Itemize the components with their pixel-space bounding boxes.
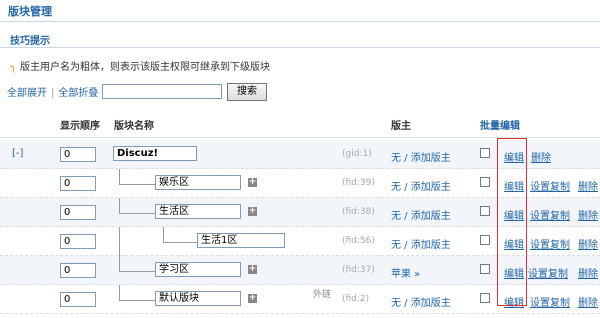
tree-connector xyxy=(119,198,156,214)
table-row: [-] 0 Discuz! (gid:1) 无 / 添加版主 编辑 删除 xyxy=(0,140,600,169)
delete-link[interactable]: 删除 xyxy=(578,207,598,222)
delete-link[interactable]: 删除 xyxy=(578,178,598,193)
plus-icon[interactable]: + xyxy=(248,178,257,187)
forum-name-input[interactable]: 学习区 xyxy=(155,262,241,277)
forum-name-input[interactable]: 娱乐区 xyxy=(155,175,241,190)
header-divider xyxy=(0,137,600,138)
forum-name-input[interactable]: 默认版块 xyxy=(155,291,241,306)
tree-connector xyxy=(163,227,198,243)
tips-divider xyxy=(0,47,600,48)
header-order: 显示顺序 xyxy=(60,121,100,132)
plus-icon[interactable]: + xyxy=(248,294,257,303)
order-input[interactable]: 0 xyxy=(60,263,96,278)
external-link-label: 外链 xyxy=(313,290,332,300)
tip-text: 版主用户名为粗体，则表示该版主权限可继承到下级版块 xyxy=(20,62,270,73)
order-input[interactable]: 0 xyxy=(60,205,96,220)
forum-id: (fid:39) xyxy=(342,178,375,188)
forum-id: (gid:1) xyxy=(342,149,372,159)
order-input[interactable]: 0 xyxy=(60,234,96,249)
forum-id: (fid:56) xyxy=(342,236,375,246)
forum-name-input[interactable]: 生活1区 xyxy=(197,233,285,248)
moderator-link[interactable]: 无 / 添加版主 xyxy=(391,178,451,193)
moderator-link[interactable]: 无 / 添加版主 xyxy=(391,149,451,164)
title-divider xyxy=(0,21,600,22)
forum-name-input[interactable]: 生活区 xyxy=(155,204,241,219)
search-input[interactable] xyxy=(102,84,222,99)
batch-checkbox[interactable] xyxy=(480,177,490,187)
pin-icon: ╮ xyxy=(10,60,17,73)
expand-all-link[interactable]: 全部展开 xyxy=(7,88,47,99)
copy-settings-link[interactable]: 设置复制 xyxy=(530,207,570,222)
table-row: 0 生活1区 (fid:56) 无 / 添加版主 编辑 设置复制 删除 xyxy=(0,227,600,256)
delete-link[interactable]: 删除 xyxy=(531,149,551,164)
forum-id: (fid:38) xyxy=(342,207,375,217)
edit-link[interactable]: 编辑 xyxy=(504,294,524,309)
page-title: 版块管理 xyxy=(8,5,52,18)
order-input[interactable]: 0 xyxy=(60,176,96,191)
tree-connector xyxy=(119,169,156,185)
batch-checkbox[interactable] xyxy=(480,264,490,274)
forum-id: (fid:37) xyxy=(342,265,375,275)
tree-connector xyxy=(119,256,156,272)
edit-link[interactable]: 编辑 xyxy=(504,265,524,280)
moderator-link[interactable]: 无 / 添加版主 xyxy=(391,207,451,222)
header-name: 版块名称 xyxy=(114,121,154,132)
edit-link[interactable]: 编辑 xyxy=(504,207,524,222)
tips-heading: 技巧提示 xyxy=(10,36,50,47)
header-moderator: 版主 xyxy=(391,121,411,132)
tree-connector xyxy=(119,227,120,256)
plus-icon[interactable]: + xyxy=(248,265,257,274)
delete-link[interactable]: 删除 xyxy=(578,265,598,280)
tree-tools: 全部展开 | 全部折叠 xyxy=(7,86,98,102)
copy-settings-link[interactable]: 设置复制 xyxy=(530,294,570,309)
tip-item: ╮ 版主用户名为粗体，则表示该版主权限可继承到下级版块 xyxy=(10,60,270,74)
table-row: 0 娱乐区 + (fid:39) 无 / 添加版主 编辑 设置复制 删除 xyxy=(0,169,600,198)
batch-checkbox[interactable] xyxy=(480,235,490,245)
delete-link[interactable]: 删除 xyxy=(578,294,598,309)
batch-checkbox[interactable] xyxy=(480,206,490,216)
edit-link[interactable]: 编辑 xyxy=(504,236,524,251)
search-button[interactable]: 搜索 xyxy=(227,83,267,101)
collapse-toggle[interactable]: [-] xyxy=(12,148,23,159)
batch-checkbox[interactable] xyxy=(480,293,490,303)
copy-settings-link[interactable]: 设置复制 xyxy=(530,178,570,193)
collapse-all-link[interactable]: 全部折叠 xyxy=(58,88,98,99)
header-batch-edit: 批量编辑 xyxy=(480,121,520,132)
moderator-link[interactable]: 苹果 » xyxy=(391,265,420,280)
plus-icon[interactable]: + xyxy=(248,207,257,216)
copy-settings-link[interactable]: 设置复制 xyxy=(530,236,570,251)
copy-settings-link[interactable]: 设置复制 xyxy=(528,265,568,280)
tools-separator: | xyxy=(51,88,55,99)
moderator-link[interactable]: 无 / 添加版主 xyxy=(391,236,451,251)
delete-link[interactable]: 删除 xyxy=(578,236,598,251)
moderator-link[interactable]: 无 / 添加版主 xyxy=(391,294,451,309)
order-input[interactable]: 0 xyxy=(60,292,96,307)
tree-connector xyxy=(119,285,156,301)
batch-checkbox[interactable] xyxy=(480,148,490,158)
table-row: 0 默认版块 + 外链 (fid:2) 无 / 添加版主 编辑 设置复制 删除 xyxy=(0,285,600,314)
forum-name-input[interactable]: Discuz! xyxy=(113,146,197,161)
table-row: 0 生活区 + (fid:38) 无 / 添加版主 编辑 设置复制 删除 xyxy=(0,198,600,227)
table-row: 0 学习区 + (fid:37) 苹果 » 编辑 设置复制 删除 xyxy=(0,256,600,285)
edit-link[interactable]: 编辑 xyxy=(504,149,524,164)
edit-link[interactable]: 编辑 xyxy=(504,178,524,193)
forum-id: (fid:2) xyxy=(342,294,370,304)
order-input[interactable]: 0 xyxy=(60,147,96,162)
